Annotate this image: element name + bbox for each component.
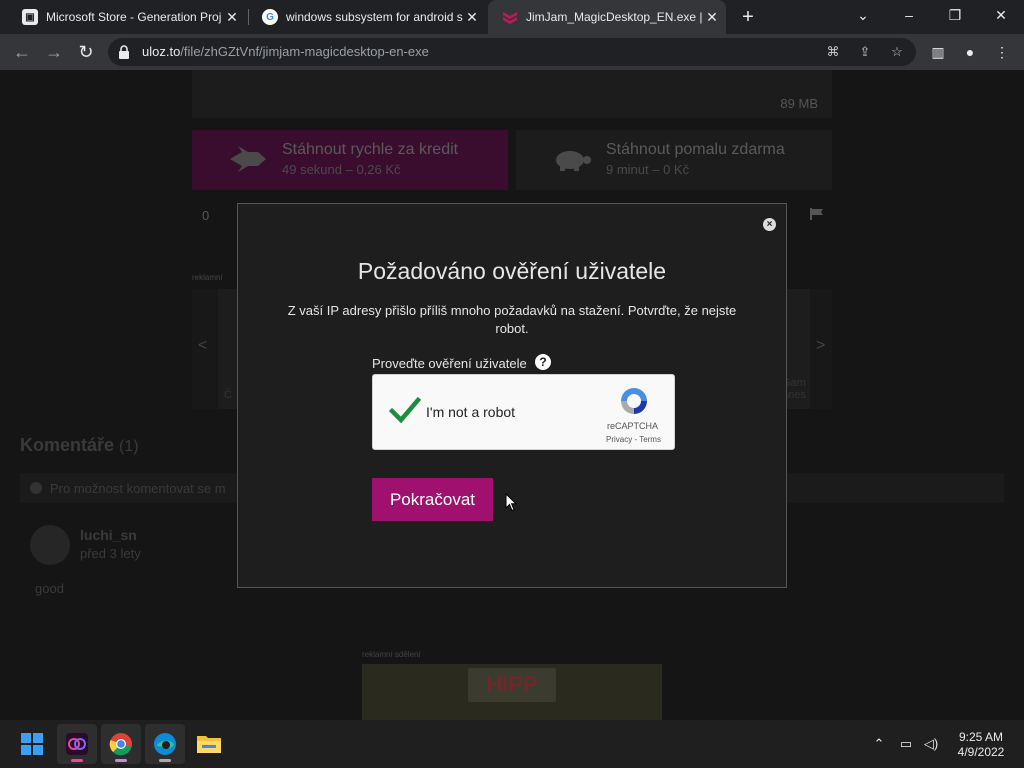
side-panel-icon[interactable]: ▥ — [928, 42, 948, 62]
app-running-indicator — [71, 759, 83, 762]
like-count: 0 — [202, 208, 210, 223]
app-running-indicator — [159, 759, 171, 762]
shuttle-icon — [230, 146, 266, 172]
start-button[interactable] — [12, 724, 52, 764]
lock-icon — [119, 45, 129, 59]
tab-microsoft-store[interactable]: ▣ Microsoft Store - Generation Proj ✕ — [8, 0, 246, 34]
tab-close-icon[interactable]: ✕ — [704, 9, 720, 26]
download-slow-button[interactable]: Stáhnout pomalu zdarma 9 minut – 0 Kč — [516, 130, 832, 190]
restore-icon[interactable]: ❐ — [932, 0, 978, 34]
clock-time: 9:25 AM — [958, 730, 1004, 744]
download-fast-button[interactable]: Stáhnout rychle za kredit 49 sekund – 0,… — [192, 130, 508, 190]
minimize-icon[interactable]: – — [886, 0, 932, 34]
comment-text: good — [35, 581, 64, 596]
tab-search-icon[interactable]: ⌄ — [840, 0, 886, 34]
continue-button[interactable]: Pokračovat — [372, 478, 493, 521]
tab-uloz-active[interactable]: JimJam_MagicDesktop_EN.exe | U ✕ — [488, 0, 726, 34]
windows-logo-icon — [21, 733, 43, 755]
ad-label-bottom: reklamní sdělení — [362, 650, 421, 659]
google-icon: G — [262, 9, 278, 25]
recaptcha-privacy-terms[interactable]: Privacy - Terms — [606, 435, 661, 444]
chrome-icon — [109, 733, 132, 756]
forward-icon[interactable]: → — [42, 40, 66, 64]
taskbar: ⌃ ▭ ◁) 9:25 AM 4/9/2022 — [0, 720, 1024, 768]
translate-icon[interactable]: ⌘ — [824, 44, 842, 60]
clock[interactable]: 9:25 AM 4/9/2022 — [946, 730, 1016, 760]
tab-close-icon[interactable]: ✕ — [224, 9, 240, 26]
tab-close-icon[interactable]: ✕ — [464, 9, 480, 26]
browser-tab-bar: ▣ Microsoft Store - Generation Proj ✕ G … — [0, 0, 1024, 34]
clock-date: 4/9/2022 — [957, 745, 1005, 759]
close-window-icon[interactable]: ✕ — [978, 0, 1024, 34]
new-tab-icon[interactable]: + — [736, 5, 760, 29]
file-info-box: 89 MB — [192, 70, 832, 118]
checkmark-icon[interactable] — [389, 395, 421, 425]
help-icon[interactable]: ? — [535, 354, 551, 370]
url-text: uloz.to/file/zhGZtVnf/jimjam-magicdeskto… — [142, 44, 429, 59]
taskbar-app-chrome[interactable] — [101, 724, 141, 764]
creative-cloud-icon — [66, 733, 88, 755]
uloz-icon — [502, 9, 518, 25]
tab-google-search[interactable]: G windows subsystem for android s ✕ — [248, 0, 486, 34]
volume-icon[interactable]: ◁) — [922, 736, 940, 752]
taskbar-app-file-explorer[interactable] — [189, 724, 229, 764]
store-icon: ▣ — [22, 9, 38, 25]
menu-icon[interactable]: ⋮ — [992, 42, 1012, 62]
folder-icon — [197, 736, 221, 753]
carousel-prev-icon[interactable]: < — [198, 337, 207, 355]
taskbar-app-edge[interactable] — [145, 724, 185, 764]
modal-title: Požadováno ověření uživatele — [357, 258, 667, 284]
comment-time: před 3 lety — [80, 546, 141, 561]
carousel-next-icon[interactable]: > — [816, 337, 825, 355]
screen: ▣ Microsoft Store - Generation Proj ✕ G … — [0, 0, 1024, 768]
bookmark-star-icon[interactable]: ☆ — [888, 44, 906, 60]
turtle-icon — [556, 151, 591, 171]
file-size: 89 MB — [780, 96, 818, 111]
recaptcha-brand: reCAPTCHA — [607, 421, 659, 431]
recaptcha-logo-icon — [621, 388, 647, 414]
hipp-logo: HiPP — [468, 668, 556, 702]
share-icon[interactable]: ⇪ — [856, 44, 874, 60]
ad-label: reklamní — [192, 273, 223, 282]
comments-heading: Komentáře (1) — [20, 435, 139, 455]
verify-label: Proveďte ověření uživatele — [372, 356, 527, 371]
network-icon[interactable]: ▭ — [897, 736, 915, 752]
recaptcha-widget: I'm not a robot reCAPTCHA Privacy - Term… — [372, 374, 675, 450]
app-running-indicator — [115, 759, 127, 762]
reload-icon[interactable]: ↻ — [74, 40, 98, 64]
browser-toolbar: ← → ↻ uloz.to/file/zhGZtVnf/jimjam-magic… — [0, 34, 1024, 70]
modal-message: Z vaší IP adresy přišlo příliš mnoho pož… — [287, 303, 737, 336]
comment-author[interactable]: luchi_sn — [80, 527, 137, 543]
edge-icon — [154, 733, 176, 755]
avatar — [30, 525, 70, 565]
mouse-cursor-icon — [505, 493, 517, 512]
bottom-ad-banner[interactable]: HiPP — [362, 664, 662, 720]
chevron-up-icon[interactable]: ⌃ — [870, 736, 888, 752]
close-icon[interactable]: × — [763, 218, 776, 231]
back-icon[interactable]: ← — [10, 40, 34, 64]
verification-modal: × Požadováno ověření uživatele Z vaší IP… — [237, 203, 787, 588]
profile-icon[interactable]: ● — [960, 42, 980, 62]
recaptcha-label: I'm not a robot — [426, 404, 516, 420]
address-bar[interactable]: uloz.to/file/zhGZtVnf/jimjam-magicdeskto… — [108, 38, 916, 66]
info-icon — [30, 482, 42, 494]
taskbar-app-creative-cloud[interactable] — [57, 724, 97, 764]
report-flag-icon[interactable] — [810, 208, 824, 220]
